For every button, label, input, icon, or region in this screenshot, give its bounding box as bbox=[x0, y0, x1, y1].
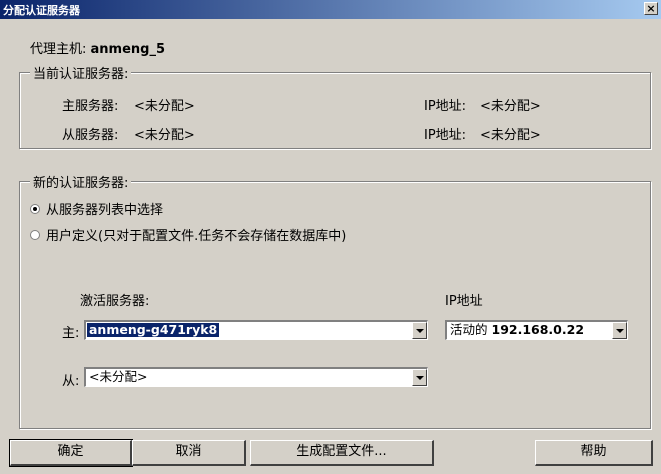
current-servers-legend: 当前认证服务器: bbox=[30, 63, 132, 82]
chevron-down-icon[interactable] bbox=[612, 322, 627, 339]
ip-address-value: 活动的 192.168.0.22 bbox=[448, 323, 586, 337]
ip-header: IP地址 bbox=[445, 294, 483, 309]
radio-custom[interactable]: 用户定义(只对于配置文件.任务不会存储在数据库中) bbox=[30, 225, 346, 244]
cancel-button[interactable]: 取消 bbox=[132, 440, 246, 466]
radio-from-list[interactable]: 从服务器列表中选择 bbox=[30, 199, 163, 218]
title-bar: 分配认证服务器 × bbox=[0, 0, 661, 19]
active-servers-header: 激活服务器: bbox=[80, 294, 150, 309]
radio-from-list-indicator[interactable] bbox=[30, 204, 40, 214]
new-servers-legend: 新的认证服务器: bbox=[30, 172, 132, 191]
chevron-down-icon[interactable] bbox=[412, 369, 427, 386]
primary-server-label: 主: bbox=[62, 326, 80, 341]
current-secondary-label: 从服务器: bbox=[62, 128, 119, 143]
primary-server-value: anmeng-g471ryk8 bbox=[87, 322, 220, 337]
secondary-server-select[interactable]: <未分配> bbox=[84, 367, 428, 387]
current-primary-value: <未分配> bbox=[134, 99, 195, 114]
agent-host-value: anmeng_5 bbox=[90, 42, 166, 57]
current-secondary-ip-label: IP地址: bbox=[424, 128, 467, 143]
secondary-server-value: <未分配> bbox=[89, 369, 148, 384]
generate-config-button[interactable]: 生成配置文件... bbox=[250, 440, 434, 466]
ip-value: 192.168.0.22 bbox=[491, 322, 585, 337]
primary-server-select[interactable]: anmeng-g471ryk8 bbox=[84, 320, 428, 340]
chevron-down-icon[interactable] bbox=[412, 322, 427, 339]
current-secondary-ip-value: <未分配> bbox=[480, 128, 541, 143]
close-icon: × bbox=[646, 2, 656, 15]
ip-state: 活动的 bbox=[450, 322, 488, 337]
current-secondary-value: <未分配> bbox=[134, 128, 195, 143]
agent-host-row: 代理主机: anmeng_5 bbox=[30, 38, 165, 57]
ip-address-select[interactable]: 活动的 192.168.0.22 bbox=[445, 320, 628, 340]
agent-host-label: 代理主机: bbox=[30, 42, 87, 57]
radio-from-list-label: 从服务器列表中选择 bbox=[46, 203, 164, 218]
window-title: 分配认证服务器 bbox=[3, 4, 80, 17]
help-button[interactable]: 帮助 bbox=[535, 440, 653, 466]
radio-custom-label: 用户定义(只对于配置文件.任务不会存储在数据库中) bbox=[46, 229, 347, 244]
current-primary-ip-value: <未分配> bbox=[480, 99, 541, 114]
secondary-server-label: 从: bbox=[62, 374, 80, 389]
radio-custom-indicator[interactable] bbox=[30, 230, 40, 240]
ok-button[interactable]: 确定 bbox=[9, 439, 133, 467]
close-button[interactable]: × bbox=[644, 2, 658, 15]
current-primary-ip-label: IP地址: bbox=[424, 99, 467, 114]
current-primary-label: 主服务器: bbox=[62, 99, 119, 114]
